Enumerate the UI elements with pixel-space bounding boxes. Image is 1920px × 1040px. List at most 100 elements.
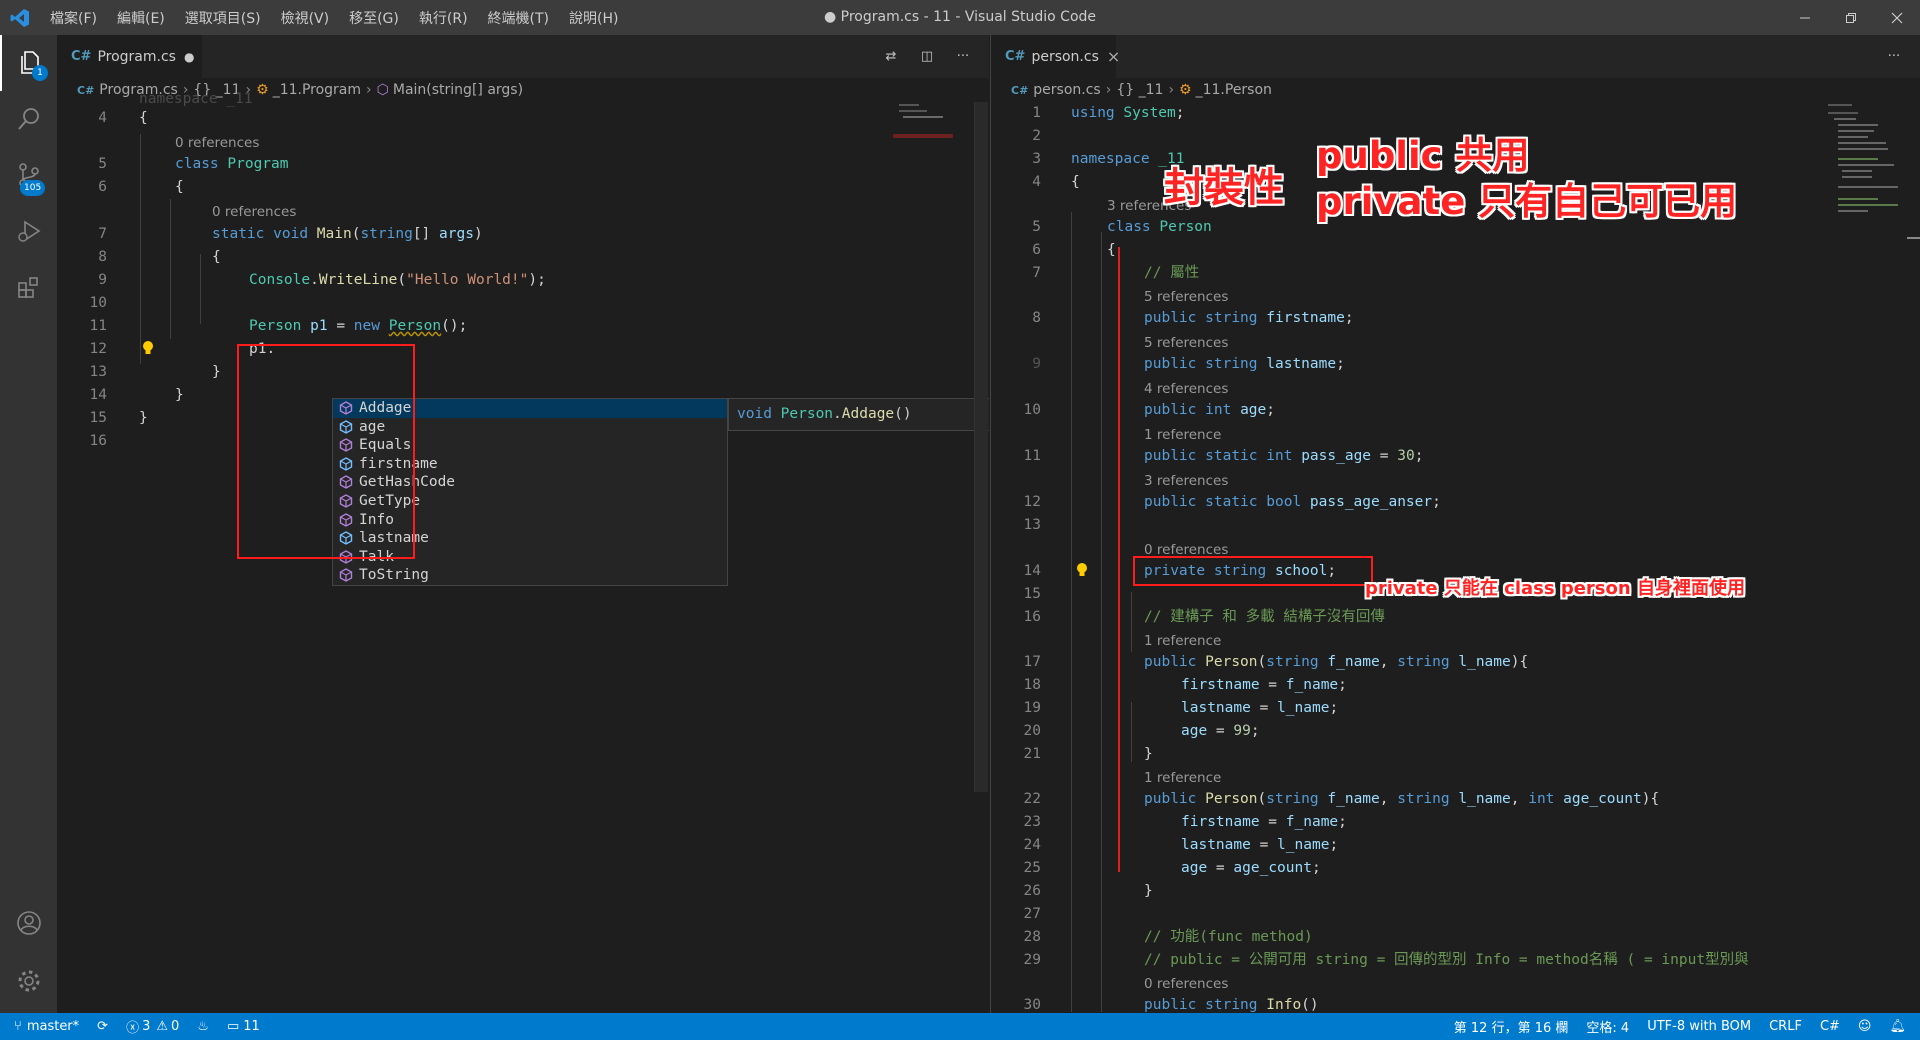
branch-name: master* <box>26 1019 80 1034</box>
tab-label: person.cs <box>1031 48 1099 65</box>
suggestion-label: Equals <box>359 437 412 454</box>
suggestion-item[interactable]: firstname <box>333 455 727 474</box>
codelens-references[interactable]: 0 references <box>212 202 296 222</box>
codelens-references[interactable]: 1 reference <box>1144 425 1221 445</box>
left-scrollbar[interactable] <box>974 102 988 792</box>
suggestion-item[interactable]: Equals <box>333 436 727 455</box>
suggest-widget: Addage age Equals firstname GetHashCode GetTy… <box>332 398 728 586</box>
cursor-position[interactable]: 第 12 行，第 16 欄 <box>1445 1013 1578 1040</box>
flame-icon[interactable]: ♨ <box>188 1013 218 1040</box>
annotation-line <box>1118 247 1120 872</box>
more-actions-icon[interactable]: ··· <box>1876 49 1912 64</box>
tab-person-cs[interactable]: C# person.cs × <box>991 35 1120 78</box>
menu-run[interactable]: 執行(R) <box>409 8 478 28</box>
sync-icon[interactable]: ⟳ <box>88 1013 117 1040</box>
indentation[interactable]: 空格: 4 <box>1577 1013 1638 1040</box>
codelens-references[interactable]: 1 reference <box>1144 768 1221 788</box>
lightbulb-icon[interactable] <box>142 340 154 356</box>
search-icon[interactable] <box>0 91 57 147</box>
suggestion-item[interactable]: Info <box>333 511 727 530</box>
menu-terminal[interactable]: 終端機(T) <box>478 8 559 28</box>
tab-program-cs[interactable]: C# Program.cs ● <box>57 35 202 78</box>
source-control-icon[interactable]: 105 <box>0 147 57 203</box>
breadcrumb-item[interactable]: Main(string[] args) <box>393 82 523 98</box>
explorer-icon[interactable]: 1 <box>0 35 57 91</box>
line-number: 15 <box>89 410 107 426</box>
line-number: 25 <box>1023 860 1041 876</box>
minimize-button[interactable] <box>1782 0 1828 35</box>
folder-status[interactable]: ▭ 11 <box>218 1013 269 1040</box>
line-ending[interactable]: CRLF <box>1760 1013 1811 1040</box>
menu-view[interactable]: 檢視(V) <box>271 8 340 28</box>
menu-go[interactable]: 移至(G) <box>339 8 409 28</box>
code-line: } <box>1144 883 1153 899</box>
codelens-references[interactable]: 1 reference <box>1144 631 1221 651</box>
codelens-references[interactable]: 4 references <box>1144 379 1228 399</box>
extensions-icon[interactable] <box>0 259 57 315</box>
suggestion-label: Addage <box>359 400 412 416</box>
more-actions-icon[interactable]: ··· <box>945 49 981 64</box>
menu-help[interactable]: 說明(H) <box>559 8 628 28</box>
line-number: 10 <box>89 295 107 311</box>
menu-selection[interactable]: 選取項目(S) <box>175 8 271 28</box>
menu-file[interactable]: 檔案(F) <box>40 8 107 28</box>
left-tab-bar: C# Program.cs ● ⇄ ◫ ··· <box>57 35 989 78</box>
line-number: 5 <box>1032 219 1041 235</box>
codelens-references[interactable]: 0 references <box>1144 974 1228 994</box>
breadcrumb-item[interactable]: {} _11 <box>1116 82 1163 98</box>
code-line: } <box>1144 746 1153 762</box>
account-icon[interactable] <box>0 895 57 951</box>
dirty-indicator-icon[interactable]: ● <box>184 50 194 64</box>
run-debug-icon[interactable] <box>0 203 57 259</box>
code-line: static void Main(string[] args) <box>212 226 483 242</box>
notifications-bell-icon[interactable]: 🔔︎ <box>1880 1013 1920 1040</box>
problems-status[interactable]: ⓧ 3 ⚠ 0 <box>117 1013 188 1040</box>
csharp-file-icon: C# <box>77 83 95 97</box>
line-number: 16 <box>89 433 107 449</box>
right-scrollbar[interactable] <box>1907 102 1920 1013</box>
close-tab-icon[interactable]: × <box>1107 47 1120 66</box>
settings-gear-icon[interactable] <box>0 953 57 1009</box>
feedback-icon[interactable]: ☺ <box>1849 1013 1881 1040</box>
codelens-references[interactable]: 5 references <box>1144 287 1228 307</box>
language-mode[interactable]: C# <box>1811 1013 1849 1040</box>
left-editor-group: C# Program.cs ● ⇄ ◫ ··· C# Program.cs › {… <box>57 35 989 1013</box>
codelens-references[interactable]: 3 references <box>1144 471 1228 491</box>
close-button[interactable] <box>1874 0 1920 35</box>
compare-changes-icon[interactable]: ⇄ <box>873 49 909 64</box>
class-icon: ⚙ <box>256 82 269 98</box>
codelens-references[interactable]: 0 references <box>1144 540 1228 560</box>
line-number: 1 <box>1032 105 1041 121</box>
suggestion-item[interactable]: Talk <box>333 548 727 567</box>
split-editor-icon[interactable]: ◫ <box>909 49 945 64</box>
method-icon <box>339 494 354 509</box>
suggestion-item[interactable]: ToString <box>333 566 727 585</box>
lightbulb-icon[interactable] <box>1076 562 1088 578</box>
line-number: 27 <box>1023 906 1041 922</box>
menu-edit[interactable]: 編輯(E) <box>107 8 175 28</box>
error-count: 3 <box>142 1019 151 1034</box>
breadcrumb-item[interactable]: _11.Person <box>1196 82 1272 98</box>
branch-status[interactable]: ⑂ master* <box>0 1013 88 1040</box>
suggestion-item[interactable]: Addage <box>333 399 727 418</box>
codelens-references[interactable]: 0 references <box>175 133 259 153</box>
code-comment: // 建構子 和 多載 結構子沒有回傳 <box>1144 609 1385 625</box>
restore-button[interactable] <box>1828 0 1874 35</box>
minimap[interactable] <box>1824 102 1904 1013</box>
line-number: 19 <box>1023 700 1041 716</box>
codelens-references[interactable]: 5 references <box>1144 333 1228 353</box>
suggestion-item[interactable]: age <box>333 418 727 437</box>
right-tab-actions: ··· <box>1876 35 1912 78</box>
left-tab-actions: ⇄ ◫ ··· <box>873 35 981 78</box>
suggestion-item[interactable]: GetType <box>333 492 727 511</box>
right-code-editor[interactable]: 1 using System; 2 3 namespace _11 4 { 3 … <box>991 102 1920 1013</box>
line-number: 3 <box>1032 151 1041 167</box>
minimap[interactable] <box>889 102 959 1013</box>
method-icon <box>339 401 354 416</box>
method-icon <box>339 549 354 565</box>
suggestion-item[interactable]: GetHashCode <box>333 473 727 492</box>
breadcrumb-item[interactable]: _11.Program <box>273 82 361 98</box>
encoding[interactable]: UTF-8 with BOM <box>1638 1013 1760 1040</box>
breadcrumb-item[interactable]: person.cs <box>1033 82 1100 98</box>
suggestion-item[interactable]: lastname <box>333 529 727 548</box>
